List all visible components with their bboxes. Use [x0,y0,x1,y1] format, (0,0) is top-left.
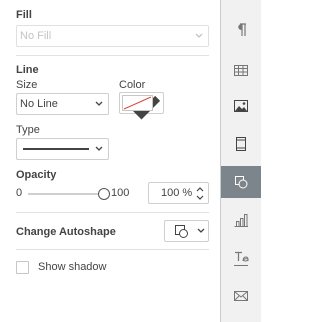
rail-chart-settings[interactable] [221,204,261,236]
chevron-up-icon[interactable] [196,187,204,192]
opacity-slider-thumb[interactable] [98,188,110,200]
chart-icon [234,214,248,227]
rail-paragraph-settings[interactable] [221,14,261,46]
show-shadow-checkbox[interactable] [16,261,29,274]
line-size-value: No Line [20,98,58,110]
text-art-icon [234,251,249,266]
no-color-swatch [122,95,153,111]
shape-icon [235,176,248,189]
right-settings-rail [220,0,261,322]
separator [16,55,209,56]
autoshape-icon [175,225,188,238]
opacity-slider-track[interactable] [28,193,104,195]
table-icon [234,65,248,76]
separator [16,212,209,213]
separator [16,249,209,250]
fill-type-value: No Fill [20,30,52,42]
line-size-select[interactable]: No Line [16,93,109,115]
fill-type-select: No Fill [16,25,209,47]
rail-header-footer-settings[interactable] [221,128,261,160]
rail-table-settings[interactable] [221,54,261,86]
line-size-label: Size [16,79,38,91]
change-autoshape-label: Change Autoshape [16,226,116,238]
rail-text-art-settings[interactable] [221,242,261,274]
rail-shape-settings[interactable] [221,166,261,198]
line-type-select[interactable] [16,138,109,160]
opacity-section-title: Opacity [16,169,57,181]
line-color-label: Color [119,79,146,91]
show-shadow-label[interactable]: Show shadow [38,261,107,273]
opacity-max-label: 100 [111,187,130,199]
chevron-down-icon [195,33,203,38]
header-footer-icon [236,137,246,151]
image-icon [234,100,248,112]
shape-settings-panel: Fill No Fill Line Size Color No Line Typ… [0,0,220,322]
opacity-value: 100 % [161,187,193,199]
mail-merge-icon [234,291,248,301]
change-autoshape-button[interactable] [164,220,209,242]
solid-line-preview-icon [23,148,89,150]
line-section-title: Line [16,64,39,76]
chevron-down-icon [197,228,205,233]
no-color-slash-icon [123,96,152,110]
chevron-down-icon [95,101,103,106]
rail-mail-merge-settings[interactable] [221,280,261,312]
line-color-button[interactable] [119,92,164,120]
opacity-min-label: 0 [16,187,23,199]
chevron-down-icon [95,146,103,151]
chevron-down-icon[interactable] [196,195,204,200]
fill-section-title: Fill [16,9,32,21]
line-type-label: Type [16,124,40,136]
opacity-spinner[interactable]: 100 % [148,182,209,204]
rail-image-settings[interactable] [221,90,261,122]
paragraph-icon [238,23,246,36]
